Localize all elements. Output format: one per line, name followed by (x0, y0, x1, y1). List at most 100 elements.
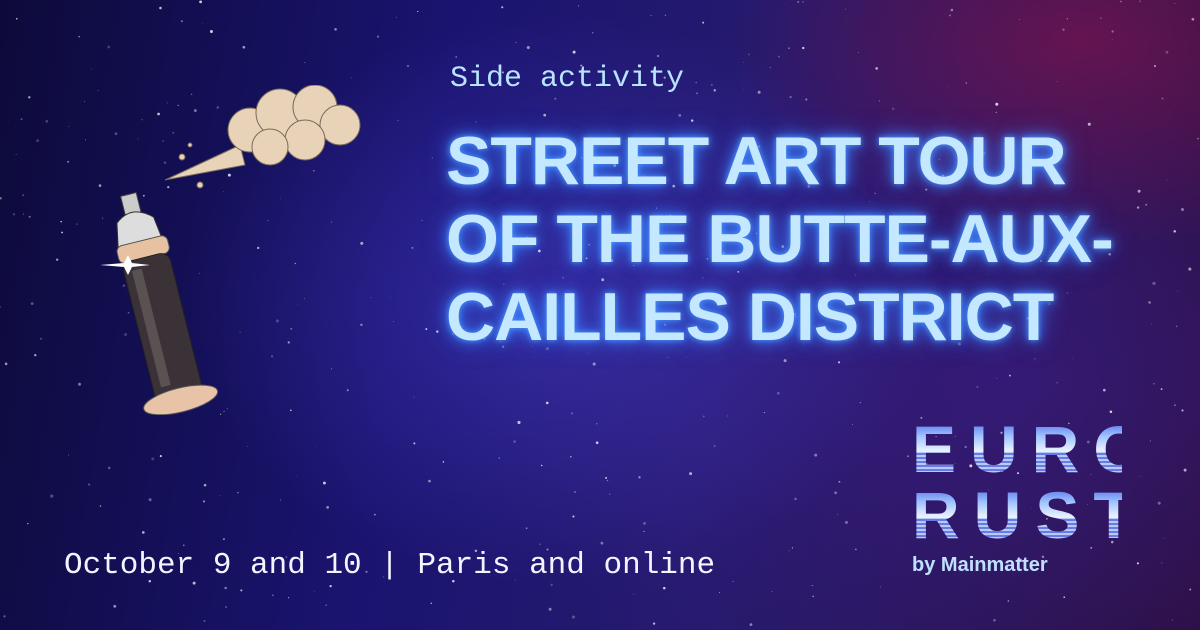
star (814, 453, 818, 457)
star (90, 68, 93, 70)
star (442, 460, 445, 463)
star (859, 402, 861, 404)
star (550, 583, 553, 586)
star (633, 593, 635, 595)
star (50, 494, 54, 498)
star (787, 47, 790, 50)
star (34, 353, 37, 357)
title-line-2: of the Butte-aux- (446, 201, 1114, 277)
star (1072, 357, 1074, 359)
star (1111, 39, 1113, 41)
star (875, 67, 878, 70)
star (67, 160, 70, 163)
star (39, 337, 43, 340)
star (222, 538, 225, 541)
star (4, 362, 8, 366)
star (1066, 18, 1068, 20)
star (907, 455, 909, 457)
star (1007, 600, 1010, 602)
star (1145, 203, 1148, 206)
star (413, 442, 416, 445)
star (539, 543, 541, 546)
star (1173, 230, 1176, 233)
star (702, 21, 705, 24)
star (430, 602, 433, 605)
star (319, 602, 321, 603)
star (600, 541, 604, 545)
star (84, 101, 86, 103)
star (107, 45, 111, 49)
star (389, 296, 391, 298)
star (950, 8, 954, 12)
star (224, 586, 227, 590)
star (702, 415, 705, 418)
star (351, 77, 353, 79)
star (1197, 137, 1199, 140)
star (304, 62, 306, 63)
star (68, 125, 70, 127)
star (855, 548, 857, 551)
star (788, 550, 790, 552)
star (789, 95, 792, 99)
star (1161, 97, 1164, 100)
event-date-location: October 9 and 10 | Paris and online (64, 548, 716, 583)
star (605, 476, 608, 479)
star (548, 607, 552, 611)
star (996, 378, 998, 379)
star (436, 330, 439, 333)
star (844, 520, 849, 524)
star (526, 45, 530, 50)
star (148, 498, 152, 502)
star (543, 113, 547, 117)
star (834, 491, 838, 495)
star (664, 14, 667, 16)
star (107, 466, 111, 470)
star (880, 586, 881, 588)
star (84, 139, 86, 141)
star (326, 506, 330, 509)
star (689, 472, 693, 476)
star (1165, 50, 1169, 54)
star (78, 382, 81, 386)
star (0, 197, 2, 200)
star (23, 213, 24, 215)
star (373, 513, 376, 516)
star (421, 220, 423, 221)
paint-cloud (164, 85, 361, 189)
star (323, 481, 326, 485)
star (776, 391, 780, 395)
star (993, 618, 996, 622)
title-line-3: Cailles District (446, 279, 1054, 355)
star (15, 17, 18, 20)
star (287, 597, 290, 599)
star (1176, 290, 1178, 292)
star (743, 62, 744, 64)
logo-line-rust: RUST (912, 478, 1148, 552)
star (353, 628, 354, 630)
star (1034, 358, 1036, 360)
star (8, 121, 9, 123)
star (858, 52, 859, 53)
star (948, 85, 950, 87)
star (1189, 588, 1192, 591)
star (1175, 325, 1178, 328)
star (376, 35, 380, 38)
star (678, 114, 682, 117)
eurorust-logo: EURO RUST by Mainmatter (912, 416, 1148, 577)
star (763, 412, 765, 414)
star (595, 441, 599, 445)
star (852, 424, 853, 425)
star (878, 100, 880, 102)
star (805, 98, 808, 101)
star (1153, 383, 1155, 385)
star (113, 604, 117, 608)
star (396, 16, 398, 18)
star (797, 0, 800, 3)
star (791, 547, 793, 549)
event-category: Side activity (450, 62, 685, 96)
star (811, 584, 813, 587)
star (1161, 562, 1163, 564)
star (540, 464, 543, 467)
star (1180, 207, 1184, 211)
star (812, 595, 814, 598)
